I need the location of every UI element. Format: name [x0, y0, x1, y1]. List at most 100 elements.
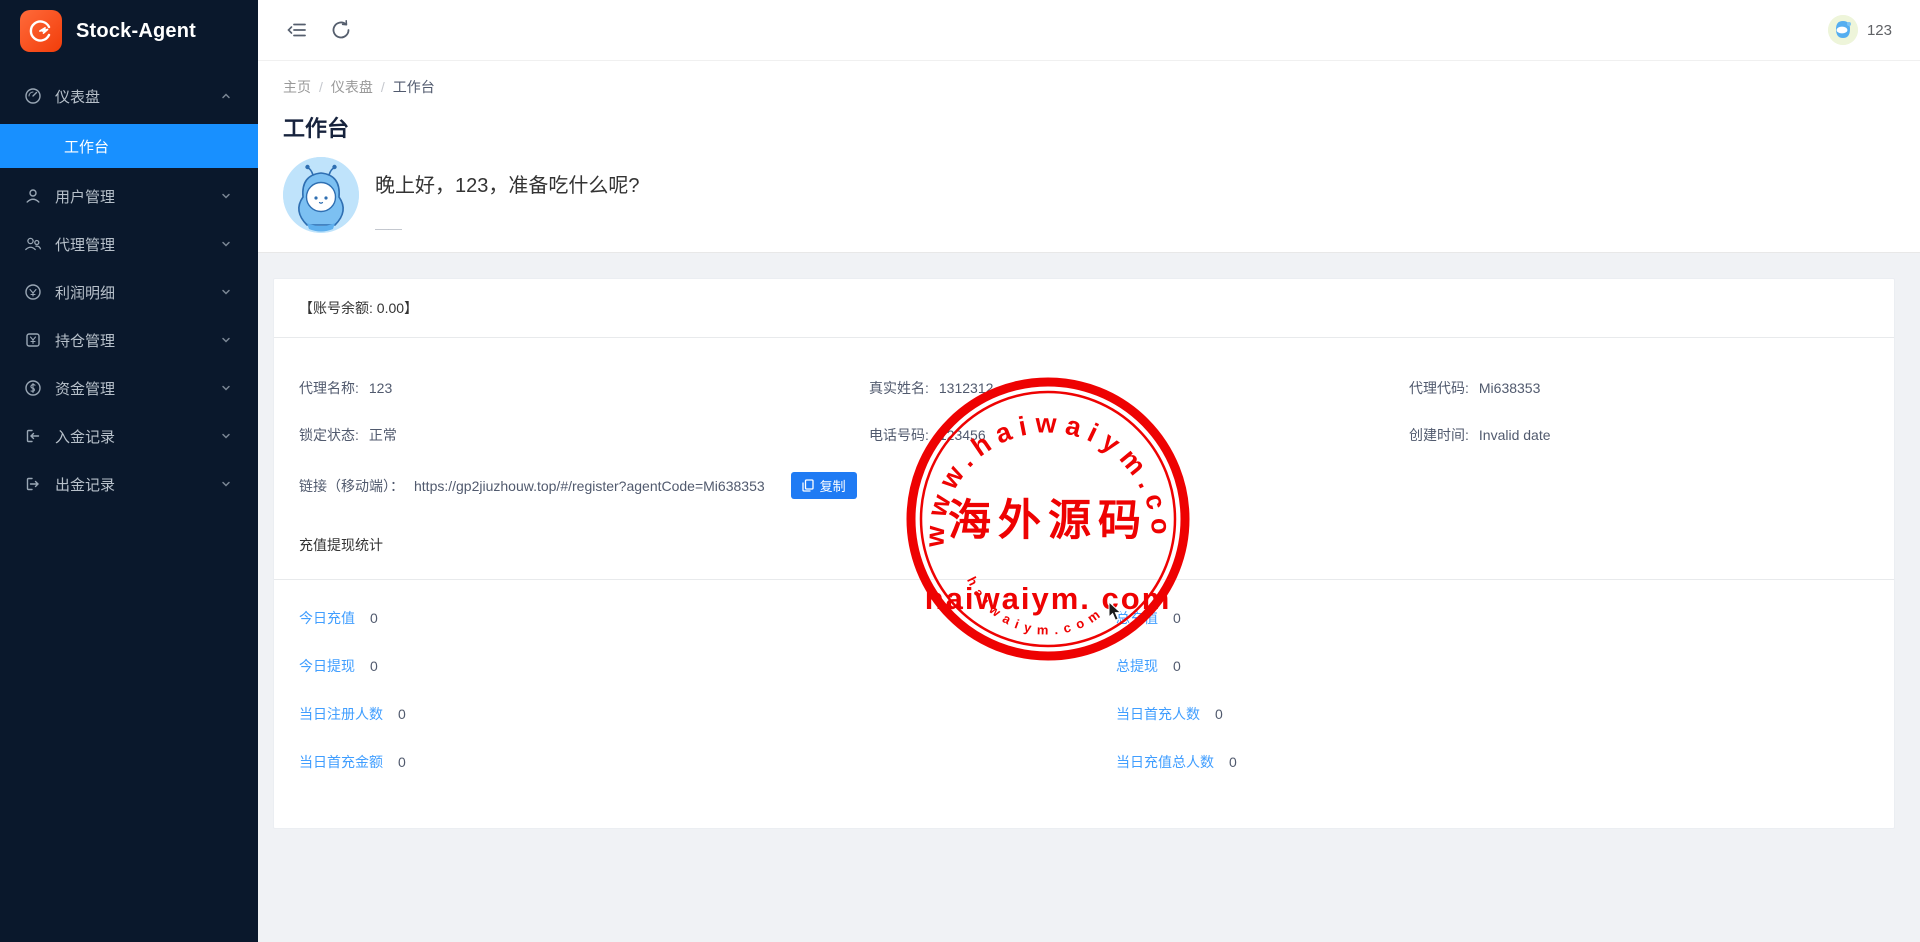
sidebar-item-profit-details[interactable]: 利润明细	[0, 268, 258, 316]
username-label: 123	[1867, 22, 1892, 39]
sidebar-item-user-management[interactable]: 用户管理	[0, 172, 258, 220]
chevron-up-icon	[220, 90, 232, 102]
greeting-subtext: ——	[375, 220, 640, 236]
field-label: 链接（移动端）：	[299, 476, 404, 496]
copy-icon	[802, 479, 814, 492]
content-area: 【账号余额: 0.00】 代理名称: 123 真实姓名: 1312312 代理代…	[258, 253, 1920, 942]
stat-label[interactable]: 今日充值	[299, 608, 355, 628]
stat-label[interactable]: 今日提现	[299, 656, 355, 676]
breadcrumb-current: 工作台	[393, 77, 435, 97]
stat-label[interactable]: 总提现	[1116, 656, 1158, 676]
sidebar-item-label: 持仓管理	[55, 330, 220, 351]
chevron-down-icon	[220, 286, 232, 298]
field-value: 123	[369, 380, 392, 396]
field-label: 电话号码:	[869, 425, 929, 445]
sidebar-item-label: 用户管理	[55, 186, 220, 207]
chevron-down-icon	[220, 430, 232, 442]
sidebar-item-label: 仪表盘	[55, 86, 220, 107]
field-value: 1312312	[939, 380, 994, 396]
agents-icon	[24, 235, 42, 253]
chevron-down-icon	[220, 190, 232, 202]
sidebar-item-deposit-records[interactable]: 入金记录	[0, 412, 258, 460]
account-card: 【账号余额: 0.00】 代理名称: 123 真实姓名: 1312312 代理代…	[273, 278, 1895, 829]
page-title: 工作台	[283, 111, 1895, 143]
field-label: 创建时间:	[1409, 425, 1469, 445]
field-label: 真实姓名:	[869, 378, 929, 398]
field-value: 123456	[939, 427, 986, 443]
stat-label[interactable]: 当日注册人数	[299, 704, 383, 724]
account-balance-header: 【账号余额: 0.00】	[274, 279, 1894, 338]
sidebar-item-label: 利润明细	[55, 282, 220, 303]
breadcrumb-home[interactable]: 主页	[283, 77, 311, 97]
stat-label[interactable]: 总充值	[1116, 608, 1158, 628]
sidebar-item-fund-management[interactable]: 资金管理	[0, 364, 258, 412]
user-avatar[interactable]	[1828, 15, 1858, 45]
main-area: 123 主页 / 仪表盘 / 工作台 工作台	[258, 0, 1920, 942]
stat-value: 0	[1215, 706, 1223, 722]
refresh-icon[interactable]	[330, 19, 352, 41]
stat-today-registrations: 当日注册人数 0	[299, 690, 1116, 738]
stats-section-title: 充值提现统计	[274, 499, 1894, 580]
field-label: 代理名称:	[299, 378, 359, 398]
field-label: 锁定状态:	[299, 425, 359, 445]
field-agent-name: 代理名称: 123	[299, 378, 869, 398]
stat-value: 0	[1229, 754, 1237, 770]
chevron-down-icon	[220, 478, 232, 490]
field-agent-code: 代理代码: Mi638353	[1409, 378, 1869, 398]
stat-label[interactable]: 当日充值总人数	[1116, 752, 1214, 772]
greeting-texts: 晚上好，123，准备吃什么呢? ——	[375, 157, 640, 236]
sidebar-item-label: 出金记录	[55, 474, 220, 495]
deposit-icon	[24, 427, 42, 445]
stat-today-withdrawal: 今日提现 0	[299, 642, 1116, 690]
sidebar-item-withdrawal-records[interactable]: 出金记录	[0, 460, 258, 508]
users-icon	[24, 187, 42, 205]
field-created-time: 创建时间: Invalid date	[1409, 425, 1869, 445]
app-root: Stock-Agent 仪表盘 工作台 用户管理	[0, 0, 1920, 942]
page-header: 主页 / 仪表盘 / 工作台 工作台	[258, 61, 1920, 253]
chevron-down-icon	[220, 238, 232, 250]
greeting-avatar	[283, 157, 359, 233]
sidebar-menu: 仪表盘 工作台 用户管理 代理管理	[0, 62, 258, 942]
register-link-url: https://gp2jiuzhouw.top/#/register?agent…	[414, 478, 765, 494]
breadcrumb-separator: /	[381, 79, 385, 95]
sidebar-item-agent-management[interactable]: 代理管理	[0, 220, 258, 268]
breadcrumb-dashboard[interactable]: 仪表盘	[331, 77, 373, 97]
stat-label[interactable]: 当日首充人数	[1116, 704, 1200, 724]
sidebar-item-label: 资金管理	[55, 378, 220, 399]
sidebar-item-label: 工作台	[64, 136, 109, 157]
sidebar-item-position-management[interactable]: 持仓管理	[0, 316, 258, 364]
withdraw-icon	[24, 475, 42, 493]
funds-icon	[24, 379, 42, 397]
app-logo: Stock-Agent	[0, 0, 258, 62]
app-title: Stock-Agent	[76, 20, 196, 43]
stat-value: 0	[1173, 658, 1181, 674]
sidebar-item-label: 代理管理	[55, 234, 220, 255]
chevron-down-icon	[220, 382, 232, 394]
stat-value: 0	[370, 610, 378, 626]
stat-total-recharge: 总充值 0	[1116, 594, 1869, 642]
field-value: Invalid date	[1479, 427, 1551, 443]
stat-value: 0	[370, 658, 378, 674]
copy-button[interactable]: 复制	[791, 472, 857, 499]
stat-value: 0	[398, 706, 406, 722]
chevron-down-icon	[220, 334, 232, 346]
greeting-text: 晚上好，123，准备吃什么呢?	[375, 169, 640, 198]
stat-value: 0	[398, 754, 406, 770]
field-mobile-register-link: 链接（移动端）： https://gp2jiuzhouw.top/#/regis…	[299, 472, 1869, 499]
sidebar-item-dashboard[interactable]: 仪表盘	[0, 72, 258, 120]
collapse-sidebar-icon[interactable]	[286, 19, 308, 41]
dashboard-icon	[24, 87, 42, 105]
sidebar-subitem-workbench[interactable]: 工作台	[0, 124, 258, 168]
field-label: 代理代码:	[1409, 378, 1469, 398]
app-logo-icon	[20, 10, 62, 52]
field-phone-number: 电话号码: 123456	[869, 425, 1409, 445]
stat-label[interactable]: 当日首充金额	[299, 752, 383, 772]
field-real-name: 真实姓名: 1312312	[869, 378, 1409, 398]
greeting-card: 晚上好，123，准备吃什么呢? ——	[283, 157, 1895, 238]
account-info-grid: 代理名称: 123 真实姓名: 1312312 代理代码: Mi638353 锁…	[274, 338, 1894, 499]
field-lock-status: 锁定状态: 正常	[299, 425, 869, 445]
positions-icon	[24, 331, 42, 349]
field-value: Mi638353	[1479, 380, 1541, 396]
breadcrumb: 主页 / 仪表盘 / 工作台	[283, 77, 1895, 97]
sidebar-item-label: 入金记录	[55, 426, 220, 447]
